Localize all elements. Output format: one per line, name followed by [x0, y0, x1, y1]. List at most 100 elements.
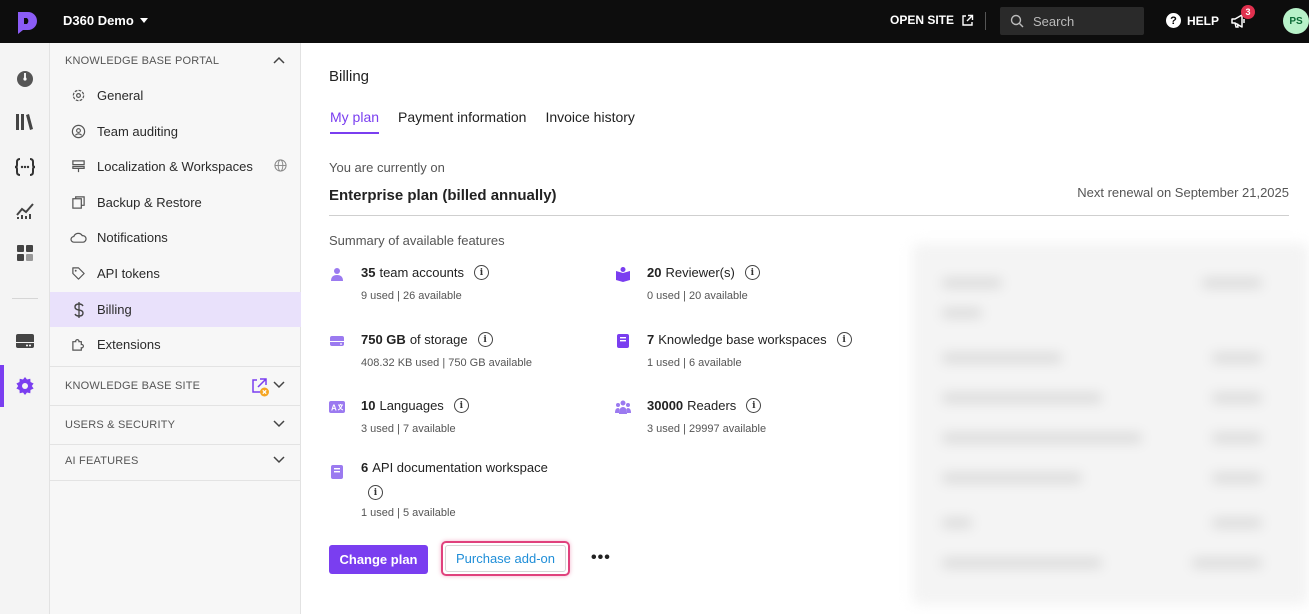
- tab-my-plan[interactable]: My plan: [330, 109, 380, 134]
- rail-drive[interactable]: [13, 329, 37, 353]
- sidebar-item-api-tokens[interactable]: API tokens: [50, 256, 301, 291]
- project-name: D360 Demo: [63, 13, 134, 28]
- feature-usage: 3 used | 29997 available: [647, 423, 767, 435]
- rail-api-documentation[interactable]: [13, 155, 37, 179]
- open-site-label: OPEN SITE: [890, 13, 955, 27]
- blurred-panel: [912, 243, 1309, 605]
- ai-features-header-label: AI FEATURES: [65, 455, 139, 467]
- sidebar-item-label: API tokens: [97, 266, 160, 281]
- page-title: Billing: [329, 68, 370, 85]
- sidebar-item-notifications[interactable]: Notifications: [50, 220, 301, 255]
- dashboard-gauge-icon: [17, 71, 33, 87]
- feature-name: Knowledge base workspaces: [658, 332, 827, 347]
- chevron-down-icon: [273, 420, 285, 428]
- rail-analytics[interactable]: [13, 198, 37, 222]
- rail-settings[interactable]: [13, 374, 37, 398]
- sidebar-item-general[interactable]: General: [50, 78, 301, 113]
- storage-icon: [330, 336, 344, 346]
- sidebar-item-backup-restore[interactable]: Backup & Restore: [50, 185, 301, 220]
- section-divider: [50, 480, 301, 481]
- feature-usage: 1 used | 6 available: [647, 357, 742, 369]
- top-bar: D360 Demo OPEN SITE ? HELP 3 PS: [0, 0, 1309, 43]
- feature-name: team accounts: [379, 265, 465, 280]
- info-icon[interactable]: i: [746, 398, 762, 413]
- rail-divider: [12, 298, 38, 299]
- feature-usage: 9 used | 26 available: [361, 290, 462, 302]
- kb-site-section-header[interactable]: KNOWLEDGE BASE SITE: [50, 368, 301, 404]
- reviewer-icon: [616, 267, 630, 282]
- chevron-down-icon: [273, 381, 285, 389]
- renewal-date: Next renewal on September 21,2025: [1077, 185, 1289, 200]
- grid-apps-icon: [17, 245, 33, 261]
- info-icon[interactable]: i: [368, 485, 383, 500]
- feature-usage: 3 used | 7 available: [361, 423, 456, 435]
- info-icon[interactable]: i: [474, 265, 490, 280]
- sidebar-item-extensions[interactable]: Extensions: [50, 327, 301, 362]
- change-plan-button[interactable]: Change plan: [329, 545, 428, 574]
- feature-name: of storage: [409, 332, 468, 347]
- sidebar-item-label: Backup & Restore: [97, 195, 202, 210]
- more-options-button[interactable]: •••: [591, 549, 611, 567]
- tag-icon: [70, 265, 87, 282]
- open-site-link[interactable]: OPEN SITE: [890, 13, 974, 27]
- feature-name: Reviewer(s): [665, 265, 735, 280]
- document360-logo-icon[interactable]: [13, 9, 39, 35]
- feature-name: API documentation workspace: [372, 460, 548, 475]
- project-switcher[interactable]: D360 Demo: [63, 13, 148, 28]
- language-icon: A: [329, 401, 345, 413]
- sidebar-item-localization[interactable]: Localization & Workspaces: [50, 149, 301, 184]
- user-avatar[interactable]: PS: [1283, 8, 1309, 34]
- info-icon[interactable]: i: [477, 332, 493, 347]
- info-icon[interactable]: i: [453, 398, 469, 413]
- sidebar-item-label: Billing: [97, 302, 132, 317]
- library-books-icon: [16, 114, 33, 130]
- site-external-warning-icon: [252, 378, 269, 397]
- feature-count: 20: [647, 265, 662, 280]
- search-icon: [1010, 14, 1024, 28]
- feature-usage: 0 used | 20 available: [647, 290, 748, 302]
- section-divider: [50, 366, 301, 367]
- question-circle-icon: ?: [1166, 13, 1181, 28]
- external-link-icon: [962, 14, 974, 26]
- settings-gear-icon: [16, 377, 34, 395]
- purchase-addon-highlight: Purchase add-on: [441, 541, 570, 576]
- api-book-icon: [331, 465, 343, 479]
- users-security-header-label: USERS & SECURITY: [65, 419, 176, 431]
- audit-icon: [70, 123, 87, 140]
- sidebar-item-billing[interactable]: Billing: [50, 292, 301, 327]
- readers-icon: [615, 400, 631, 414]
- rail-widgets[interactable]: [13, 241, 37, 265]
- help-label: HELP: [1187, 13, 1220, 28]
- caret-down-icon: [139, 18, 148, 23]
- notifications-button[interactable]: 3: [1230, 5, 1255, 32]
- info-icon[interactable]: i: [744, 265, 760, 280]
- rail-documentation[interactable]: [13, 110, 37, 134]
- help-button[interactable]: ? HELP: [1166, 13, 1219, 28]
- rail-dashboard[interactable]: [13, 67, 37, 91]
- workspaces-icon: [70, 158, 87, 175]
- search-input[interactable]: [1033, 13, 1133, 29]
- feature-count: 750 GB: [361, 332, 406, 347]
- kb-portal-section-header[interactable]: KNOWLEDGE BASE PORTAL: [50, 43, 301, 79]
- topbar-divider: [985, 12, 986, 30]
- gear-icon: [70, 87, 87, 104]
- purchase-addon-button[interactable]: Purchase add-on: [445, 545, 566, 572]
- tab-invoice-history[interactable]: Invoice history: [545, 109, 634, 134]
- feature-count: 7: [647, 332, 655, 347]
- feature-name: Languages: [379, 398, 444, 413]
- sidebar-item-team-auditing[interactable]: Team auditing: [50, 114, 301, 149]
- current-plan-label: You are currently on: [329, 160, 445, 175]
- kb-portal-header-label: KNOWLEDGE BASE PORTAL: [65, 55, 220, 67]
- sidebar-item-label: Team auditing: [97, 124, 178, 139]
- tab-payment-information[interactable]: Payment information: [398, 109, 526, 134]
- search-box[interactable]: [1000, 7, 1144, 35]
- feature-count: 35: [361, 265, 376, 280]
- users-security-section-header[interactable]: USERS & SECURITY: [50, 407, 301, 443]
- chevron-up-icon: [273, 56, 285, 64]
- info-icon[interactable]: i: [836, 332, 852, 347]
- feature-usage: 408.32 KB used | 750 GB available: [361, 357, 533, 369]
- plan-divider: [329, 215, 1289, 216]
- left-icon-rail: [0, 43, 50, 614]
- puzzle-icon: [70, 336, 87, 353]
- ai-features-section-header[interactable]: AI FEATURES: [50, 443, 301, 479]
